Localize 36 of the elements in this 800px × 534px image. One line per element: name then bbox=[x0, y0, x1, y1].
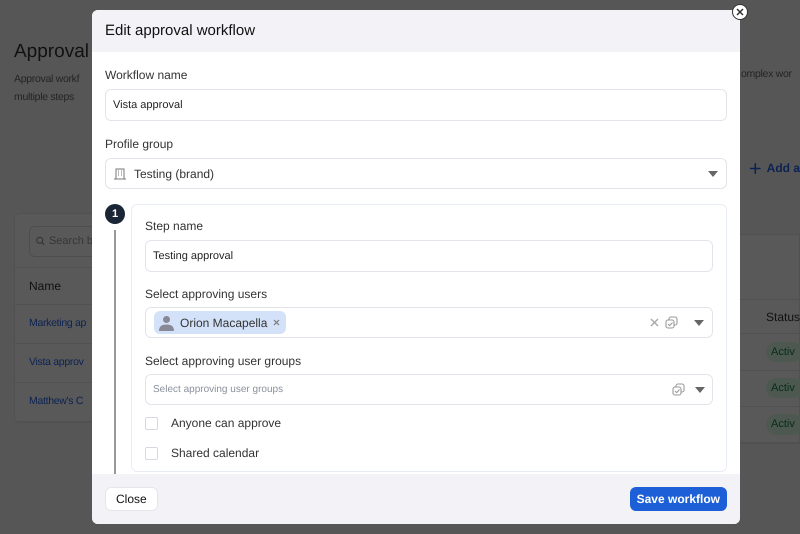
select-all-icon[interactable] bbox=[672, 383, 685, 396]
status-badge: Activ bbox=[766, 378, 800, 398]
dialog-title: Edit approval workflow bbox=[105, 20, 256, 41]
person-icon bbox=[159, 314, 174, 330]
field-label: Workflow name bbox=[105, 67, 188, 83]
field-label: Step name bbox=[145, 218, 204, 234]
field-label: Select approving users bbox=[145, 286, 268, 302]
column-header: Name bbox=[29, 278, 62, 295]
search-icon bbox=[36, 235, 45, 248]
user-chip: Orion Macapella bbox=[154, 311, 286, 334]
field-label: Select approving user groups bbox=[145, 353, 302, 369]
close-button[interactable]: Close bbox=[105, 487, 158, 511]
status-badge: Activ bbox=[766, 414, 800, 435]
select-all-icon[interactable] bbox=[665, 316, 678, 329]
text-field[interactable]: Testing approval bbox=[145, 240, 713, 272]
plus-icon bbox=[750, 162, 761, 174]
step-number: 1 bbox=[105, 204, 125, 224]
status-badge: Activ bbox=[766, 342, 800, 362]
caret-icon bbox=[695, 386, 705, 392]
checkbox-label: Shared calendar bbox=[171, 445, 260, 462]
multi-select[interactable]: Select approving user groups bbox=[145, 374, 713, 405]
caret-icon bbox=[708, 170, 718, 176]
caret-icon bbox=[694, 320, 704, 326]
checkbox[interactable] bbox=[145, 416, 158, 430]
remove-icon[interactable] bbox=[273, 319, 280, 326]
multi-select[interactable]: Orion Macapella bbox=[145, 307, 713, 338]
text-field[interactable]: Vista approval bbox=[105, 89, 727, 121]
checkbox[interactable] bbox=[145, 446, 158, 460]
save-button[interactable]: Save workflow bbox=[630, 487, 727, 511]
page-title: Approval bbox=[14, 40, 90, 64]
dropdown[interactable]: Testing (brand) bbox=[105, 158, 727, 189]
clear-icon[interactable] bbox=[650, 318, 659, 327]
field-label: Profile group bbox=[105, 136, 174, 152]
checkbox-label: Anyone can approve bbox=[171, 415, 282, 432]
column-header: Status bbox=[766, 308, 800, 326]
building-icon bbox=[114, 168, 126, 180]
